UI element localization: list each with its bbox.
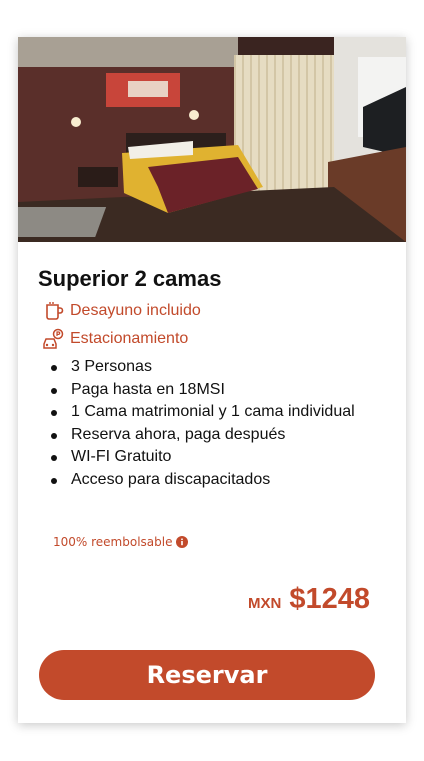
feature-item: 3 Personas — [38, 356, 355, 379]
amenity-label: Desayuno incluido — [70, 302, 201, 319]
refund-policy: 100% reembolsable — [53, 535, 189, 549]
amenity-breakfast: Desayuno incluido — [42, 300, 201, 322]
price-amount: $1248 — [289, 583, 370, 615]
feature-item: WI-FI Gratuito — [38, 446, 355, 469]
coffee-cup-icon — [46, 302, 64, 320]
reserve-button[interactable]: Reservar — [39, 650, 375, 700]
feature-item: Paga hasta en 18MSI — [38, 379, 355, 402]
feature-item: Acceso para discapacitados — [38, 469, 355, 492]
amenity-parking: Estacionamiento — [42, 328, 188, 350]
amenity-label: Estacionamiento — [70, 330, 189, 347]
parking-car-icon — [43, 328, 64, 349]
room-card: Superior 2 camas Desayuno incluido Estac… — [18, 37, 406, 723]
price-currency: MXN — [248, 595, 282, 612]
feature-item: 1 Cama matrimonial y 1 cama individual — [38, 401, 355, 424]
room-title: Superior 2 camas — [38, 266, 222, 291]
room-photo-image — [18, 37, 406, 242]
feature-item: Reserva ahora, paga después — [38, 424, 355, 447]
price-display: MXN $1248 — [248, 583, 370, 616]
refund-text: 100% reembolsable — [53, 535, 173, 549]
features-list: 3 Personas Paga hasta en 18MSI 1 Cama ma… — [38, 356, 355, 492]
info-icon[interactable] — [176, 536, 189, 548]
room-photo[interactable] — [18, 37, 406, 242]
